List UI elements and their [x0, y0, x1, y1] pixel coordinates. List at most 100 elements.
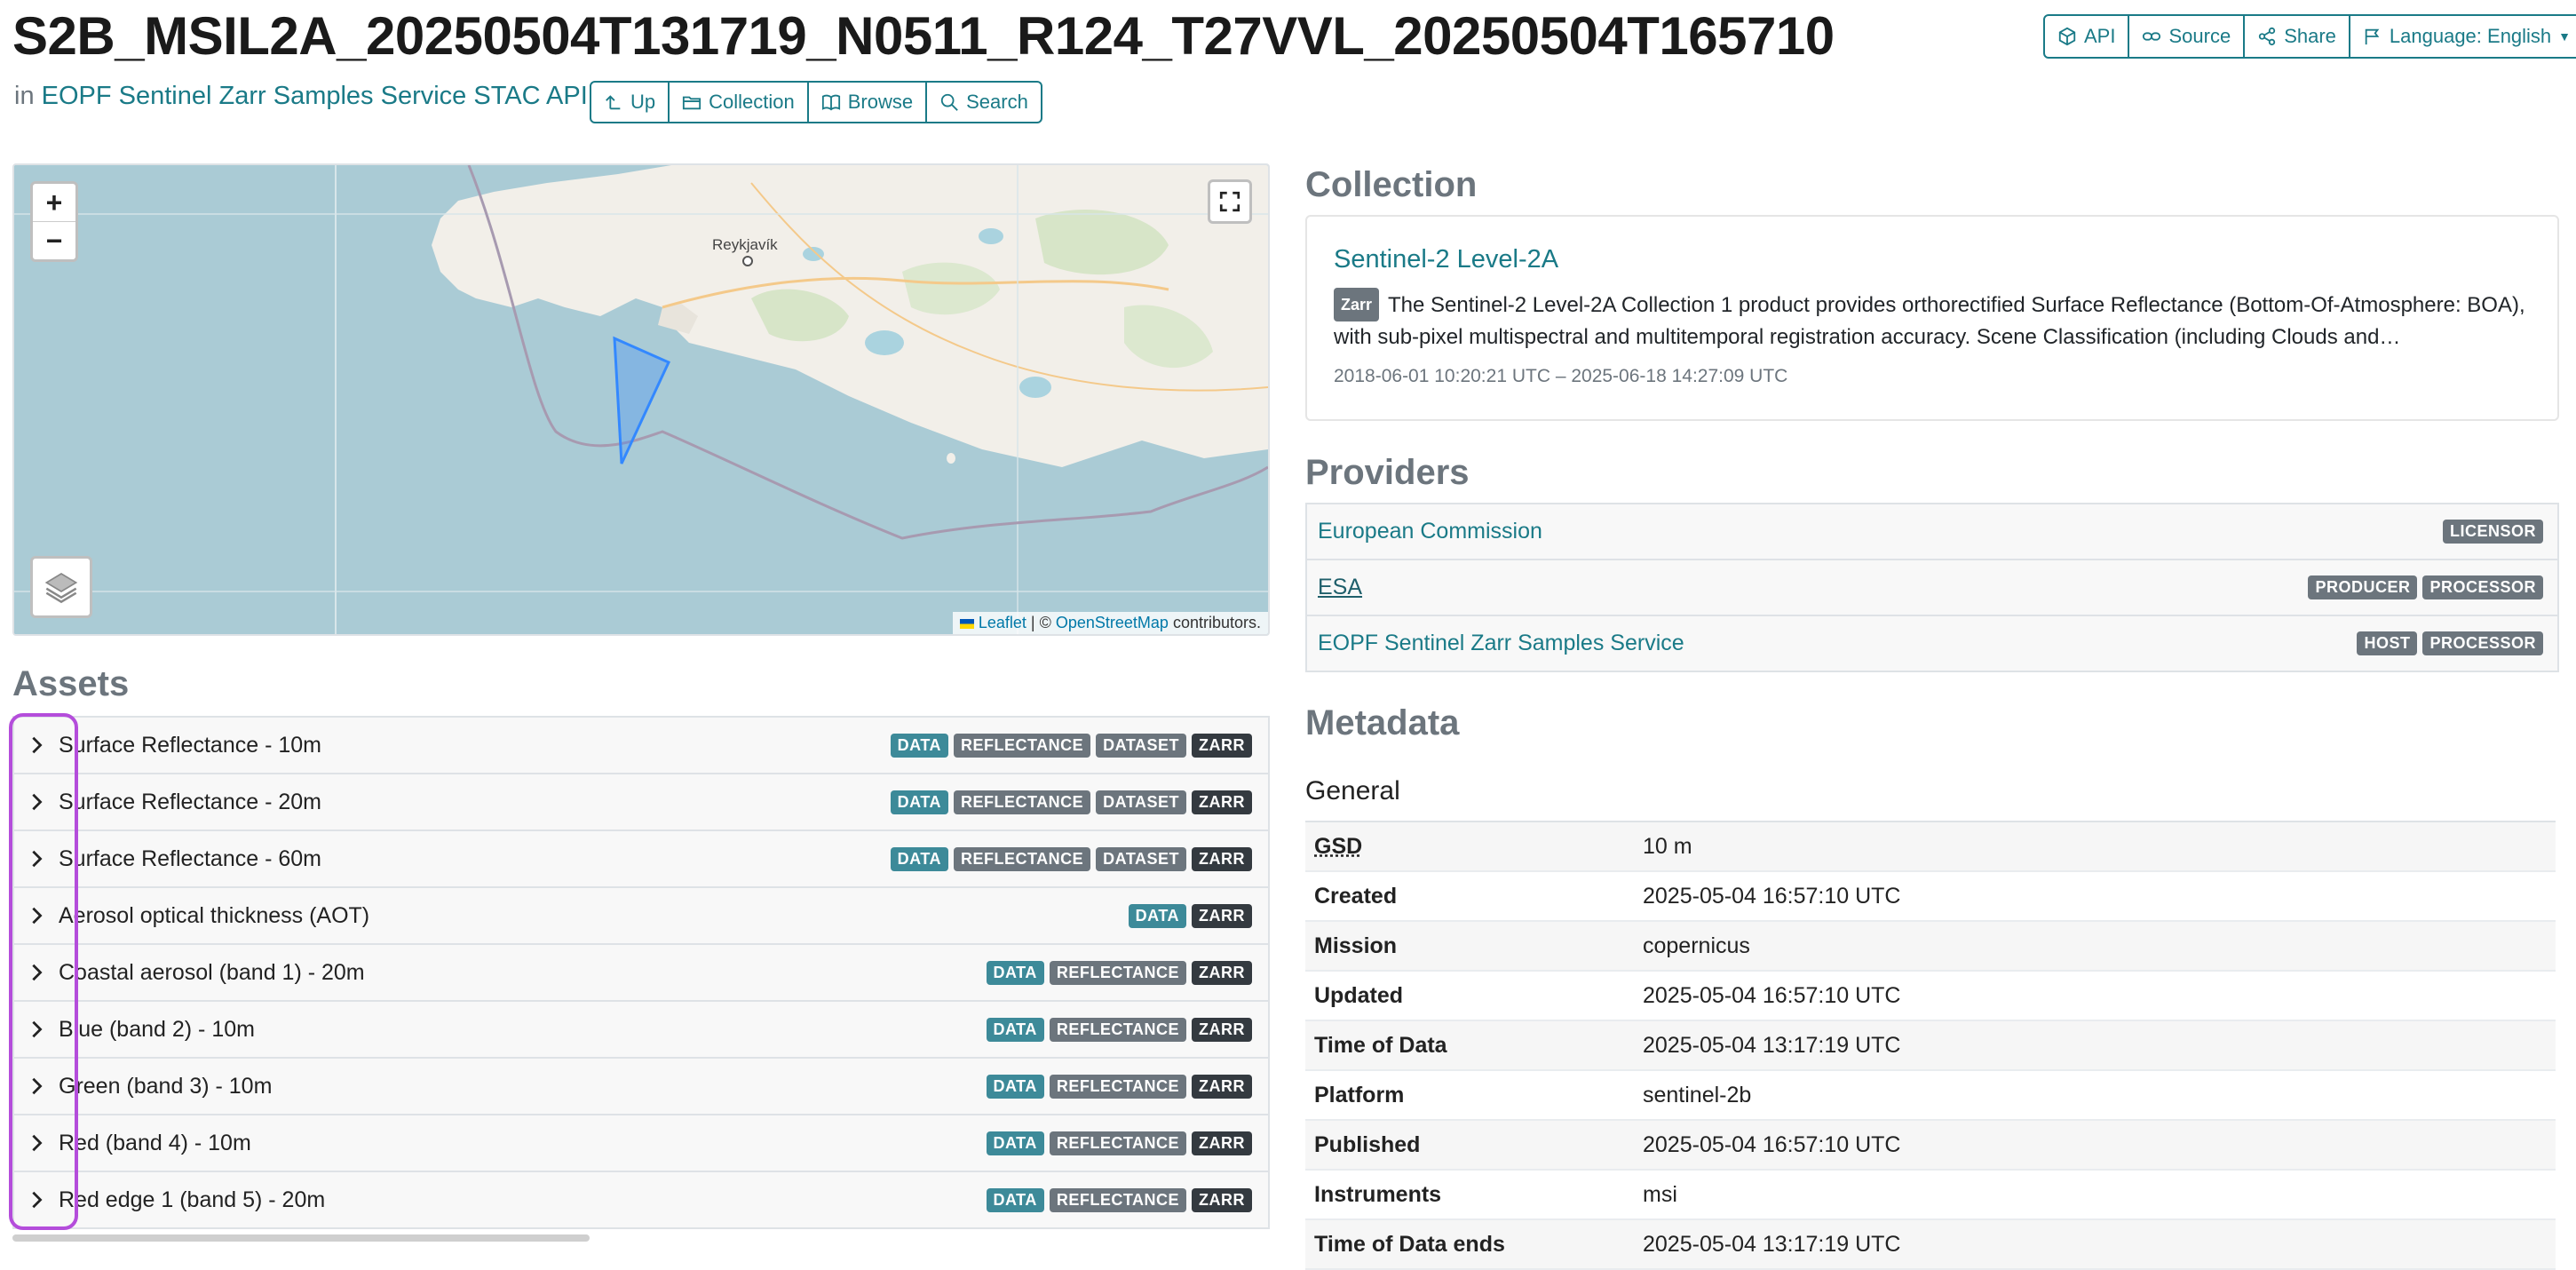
metadata-value: sentinel-2b	[1643, 1082, 1752, 1107]
providers-list: European Commission LICENSOR ESA PRODUCER PR…	[1305, 503, 2559, 672]
metadata-row: Instruments msi	[1305, 1171, 2556, 1220]
asset-row[interactable]: Green (band 3) - 10m DATA REFLECTANCE ZARR	[14, 1059, 1268, 1115]
asset-name: Surface Reflectance - 20m	[59, 789, 321, 814]
asset-badges: DATA REFLECTANCE DATASET ZARR	[890, 790, 1252, 814]
ukraine-flag-icon	[959, 619, 974, 629]
metadata-value: copernicus	[1643, 933, 1750, 958]
metadata-row: GSD 10 m	[1305, 822, 2556, 872]
catalog-link[interactable]: EOPF Sentinel Zarr Samples Service STAC …	[42, 82, 588, 110]
metadata-key: Mission	[1314, 933, 1398, 958]
asset-badge: DATASET	[1096, 733, 1186, 758]
share-icon	[2259, 27, 2276, 46]
map-attribution: Leaflet | © OpenStreetMap contributors.	[952, 612, 1268, 634]
layers-button[interactable]	[30, 556, 92, 618]
zoom-out-button[interactable]: −	[33, 222, 75, 259]
metadata-value: 2025-05-04 13:17:19 UTC	[1643, 1231, 1901, 1257]
browse-button-label: Browse	[847, 91, 914, 113]
language-dropdown-label: Language: English	[2389, 25, 2552, 47]
asset-badge: ZARR	[1192, 1131, 1252, 1155]
metadata-value: 2025-05-04 16:57:10 UTC	[1643, 883, 1901, 909]
asset-row[interactable]: Red edge 1 (band 5) - 20m DATA REFLECTANCE…	[14, 1172, 1268, 1229]
city-label: Reykjavík	[712, 236, 778, 253]
provider-name[interactable]: ESA	[1318, 575, 2308, 600]
metadata-key: Updated	[1314, 982, 1403, 1008]
horizontal-scrollbar[interactable]	[12, 1234, 590, 1242]
asset-badge: REFLECTANCE	[1049, 1074, 1186, 1099]
book-icon	[821, 94, 840, 111]
provider-roles: PRODUCER PROCESSOR	[2308, 575, 2543, 599]
language-dropdown[interactable]: Language: English ▼	[2348, 16, 2576, 57]
up-button-label: Up	[630, 91, 656, 113]
up-button[interactable]: Up	[591, 83, 668, 122]
attribution-suffix: contributors.	[1172, 614, 1261, 631]
source-button[interactable]: Source	[2128, 16, 2243, 57]
asset-badges: DATA REFLECTANCE ZARR	[986, 1131, 1252, 1155]
asset-name: Coastal aerosol (band 1) - 20m	[59, 959, 365, 985]
provider-name[interactable]: EOPF Sentinel Zarr Samples Service	[1318, 631, 2357, 656]
collection-button[interactable]: Collection	[668, 83, 807, 122]
asset-row[interactable]: Coastal aerosol (band 1) - 20m DATA REFLEC…	[14, 945, 1268, 1002]
asset-row[interactable]: Aerosol optical thickness (AOT) DATA ZARR	[14, 888, 1268, 945]
asset-badge: ZARR	[1192, 1017, 1252, 1042]
page-title: S2B_MSIL2A_20250504T131719_N0511_R124_T2…	[12, 6, 1835, 66]
metadata-key: GSD	[1314, 833, 1363, 859]
collection-card[interactable]: Sentinel-2 Level-2A Zarr The Sentinel-2 L…	[1305, 215, 2559, 421]
collection-dates: 2018-06-01 10:20:21 UTC – 2025-06-18 14:…	[1334, 366, 1788, 386]
collection-button-label: Collection	[709, 91, 795, 113]
map[interactable]: Reykjavík + − Leaflet | © OpenStreetMap …	[12, 163, 1270, 636]
metadata-key: Published	[1314, 1131, 1421, 1157]
link-icon	[2143, 32, 2161, 41]
asset-badges: DATA REFLECTANCE DATASET ZARR	[890, 733, 1252, 758]
asset-badge: DATA	[1128, 903, 1186, 928]
metadata-value: 10 m	[1643, 833, 1692, 859]
metadata-key: Instruments	[1314, 1181, 1442, 1207]
provider-name[interactable]: European Commission	[1318, 519, 2443, 544]
search-button[interactable]: Search	[925, 83, 1041, 122]
asset-row[interactable]: Surface Reflectance - 60m DATA REFLECTANCE…	[14, 831, 1268, 888]
asset-name: Surface Reflectance - 60m	[59, 845, 321, 871]
cube-icon	[2058, 27, 2076, 46]
api-button[interactable]: API	[2045, 16, 2128, 57]
asset-row[interactable]: Surface Reflectance - 20m DATA REFLECTANCE…	[14, 774, 1268, 831]
asset-row[interactable]: Surface Reflectance - 10m DATA REFLECTANCE…	[14, 718, 1268, 774]
asset-badge: ZARR	[1192, 1074, 1252, 1099]
map-tiles	[14, 165, 1268, 634]
top-button-group: API Source Share Language: English ▼	[2043, 14, 2576, 59]
asset-row[interactable]: Blue (band 2) - 10m DATA REFLECTANCE ZARR	[14, 1002, 1268, 1059]
asset-badge: DATA	[890, 790, 948, 814]
metadata-subheading: General	[1305, 776, 1400, 806]
metadata-key: Time of Data ends	[1314, 1231, 1505, 1257]
asset-row[interactable]: Red (band 4) - 10m DATA REFLECTANCE ZARR	[14, 1115, 1268, 1172]
asset-badge: DATA	[986, 1131, 1044, 1155]
provider-role-badge: PROCESSOR	[2422, 631, 2543, 655]
fullscreen-icon	[1219, 191, 1240, 212]
api-button-label: API	[2084, 25, 2116, 47]
leaflet-link[interactable]: Leaflet	[979, 614, 1026, 631]
browse-button[interactable]: Browse	[806, 83, 925, 122]
metadata-key: Created	[1314, 883, 1398, 909]
zoom-in-button[interactable]: +	[33, 184, 75, 222]
collection-heading: Collection	[1305, 165, 1478, 204]
metadata-row: Platform sentinel-2b	[1305, 1071, 2556, 1121]
flag-icon	[2365, 28, 2380, 45]
providers-heading: Providers	[1305, 453, 1470, 492]
asset-badge: DATA	[986, 1017, 1044, 1042]
collection-description-text: The Sentinel-2 Level-2A Collection 1 pro…	[1334, 293, 2525, 349]
caret-down-icon: ▼	[2558, 29, 2572, 44]
asset-badge: ZARR	[1192, 790, 1252, 814]
asset-name: Surface Reflectance - 10m	[59, 732, 321, 758]
collection-title[interactable]: Sentinel-2 Level-2A	[1334, 245, 1558, 274]
asset-badge: DATASET	[1096, 790, 1186, 814]
collection-description: Zarr The Sentinel-2 Level-2A Collection 1…	[1334, 288, 2532, 353]
provider-row: European Commission LICENSOR	[1307, 504, 2557, 560]
asset-badge: REFLECTANCE	[1049, 1017, 1186, 1042]
provider-roles: LICENSOR	[2442, 520, 2543, 544]
asset-badge: REFLECTANCE	[954, 790, 1091, 814]
osm-link[interactable]: OpenStreetMap	[1056, 614, 1169, 631]
share-button[interactable]: Share	[2243, 16, 2349, 57]
provider-roles: HOST PROCESSOR	[2357, 631, 2543, 655]
fullscreen-button[interactable]	[1208, 179, 1252, 224]
metadata-value: msi	[1643, 1181, 1677, 1207]
provider-role-badge: PRODUCER	[2308, 575, 2418, 599]
nav-button-group: Up Collection Browse Search	[590, 81, 1042, 123]
